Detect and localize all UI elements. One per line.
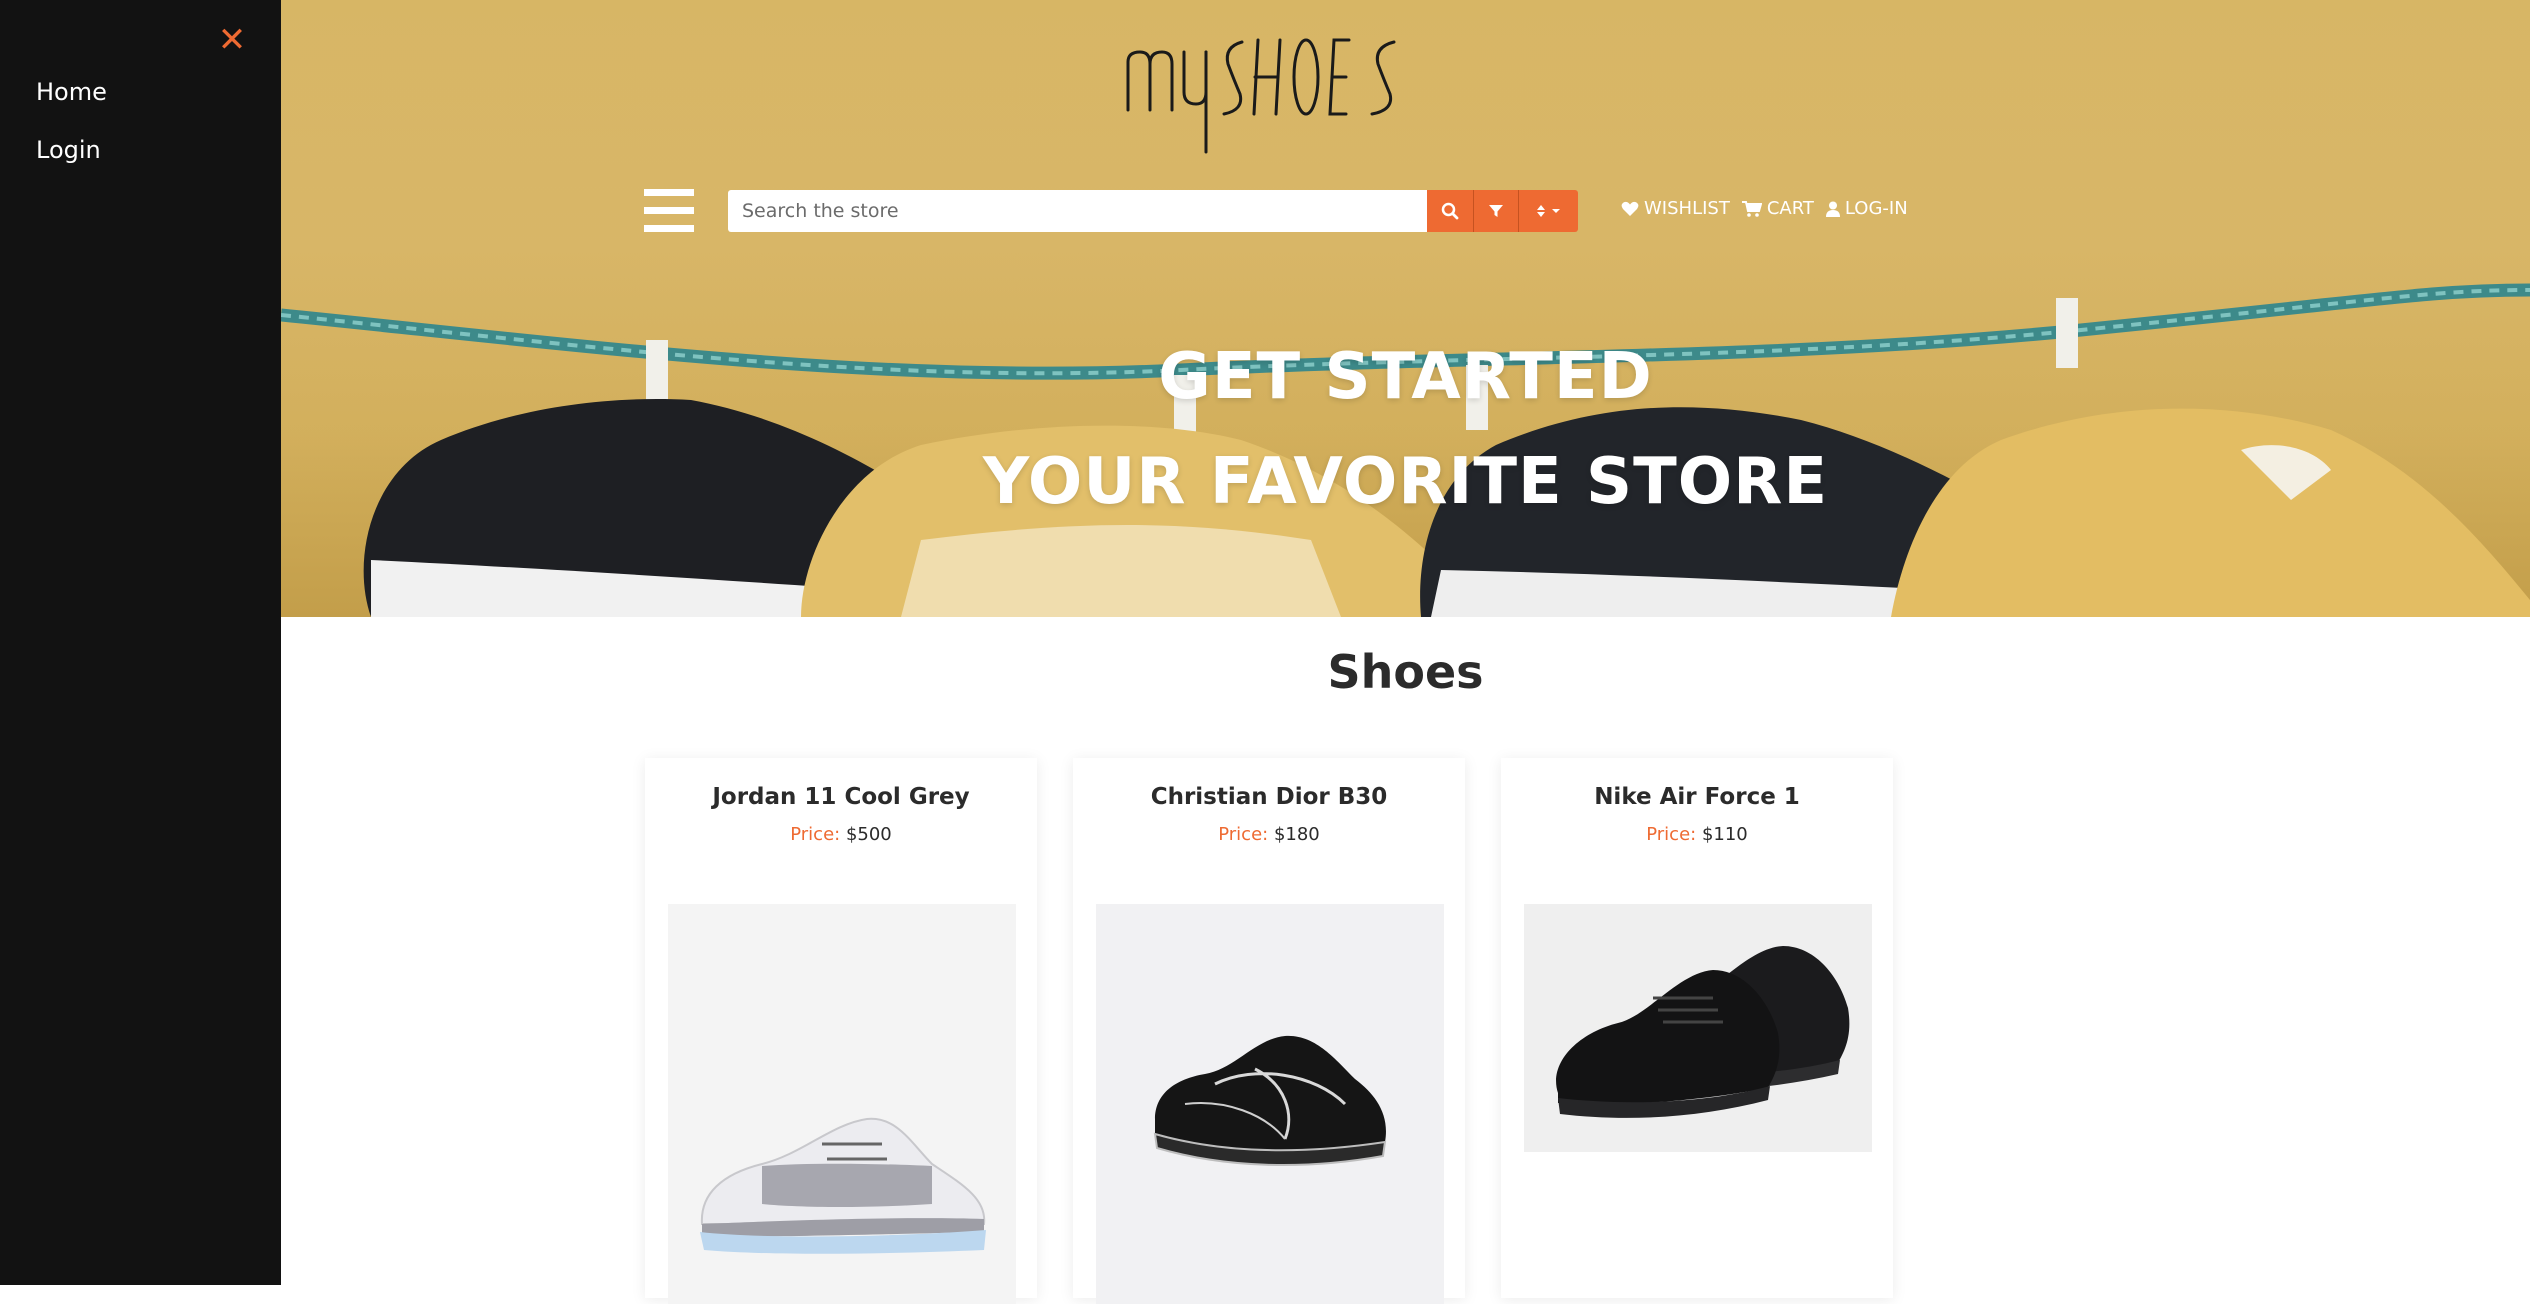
- hamburger-line: [644, 189, 694, 196]
- sidebar-item-login[interactable]: Login: [36, 136, 101, 164]
- hamburger-line: [644, 207, 694, 214]
- shoe-image-airforce: [1556, 946, 1850, 1118]
- header-links: WISHLIST CART LOG-IN: [1621, 198, 1908, 219]
- price-value: $110: [1701, 824, 1748, 845]
- product-name: Christian Dior B30: [1150, 784, 1388, 810]
- price-label: Price:: [790, 824, 841, 845]
- sort-dropdown-button[interactable]: [1518, 190, 1578, 232]
- product-card[interactable]: Christian Dior B30 Price: $180: [1073, 758, 1465, 1304]
- product-price: Price: $500: [645, 824, 1037, 845]
- price-label: Price:: [1218, 824, 1269, 845]
- menu-toggle-button[interactable]: [644, 189, 694, 233]
- product-card[interactable]: Nike Air Force 1 Price: $110: [1501, 758, 1893, 1298]
- cart-label: CART: [1766, 198, 1814, 219]
- login-label: LOG-IN: [1844, 198, 1908, 219]
- shoe-image-jordan: [700, 1117, 986, 1254]
- cart-icon: [1741, 200, 1762, 217]
- cart-link[interactable]: CART: [1741, 198, 1814, 219]
- price-value: $500: [845, 824, 892, 845]
- shoe-image-dior: [1153, 1035, 1387, 1167]
- user-icon: [1825, 201, 1840, 217]
- sidebar-item-home[interactable]: Home: [36, 78, 107, 106]
- filter-icon: [1489, 205, 1503, 217]
- hero-heading-line-1: GET STARTED: [1158, 340, 1653, 414]
- product-name: Jordan 11 Cool Grey: [712, 784, 970, 810]
- filter-button[interactable]: [1473, 190, 1518, 232]
- sort-icon: [1536, 205, 1560, 217]
- product-price: Price: $110: [1501, 824, 1893, 845]
- product-image[interactable]: [1096, 904, 1444, 1304]
- hero-banner: myShoes: [281, 0, 2530, 617]
- hamburger-line: [644, 225, 694, 232]
- price-label: Price:: [1646, 824, 1697, 845]
- heart-icon: [1621, 201, 1639, 216]
- price-value: $180: [1273, 824, 1320, 845]
- wishlist-link[interactable]: WISHLIST: [1621, 198, 1730, 219]
- wishlist-label: WISHLIST: [1644, 198, 1730, 219]
- product-image[interactable]: [668, 904, 1016, 1304]
- side-navigation: ✕ Home Login: [0, 0, 281, 1285]
- product-image[interactable]: [1524, 904, 1872, 1152]
- hero-heading-line-2: YOUR FAVORITE STORE: [982, 445, 1829, 519]
- section-title: Shoes: [1327, 645, 1484, 699]
- search-button[interactable]: [1427, 190, 1473, 232]
- search-icon: [1441, 202, 1459, 220]
- main-content: myShoes: [281, 0, 2530, 1304]
- product-card[interactable]: Jordan 11 Cool Grey Price: $500: [645, 758, 1037, 1304]
- login-link[interactable]: LOG-IN: [1825, 198, 1908, 219]
- search-bar: [728, 190, 1578, 232]
- product-name: Nike Air Force 1: [1594, 784, 1800, 810]
- brand-logo[interactable]: myShoes: [1124, 22, 1424, 162]
- close-icon[interactable]: ✕: [216, 23, 248, 57]
- product-price: Price: $180: [1073, 824, 1465, 845]
- search-input[interactable]: [728, 190, 1427, 232]
